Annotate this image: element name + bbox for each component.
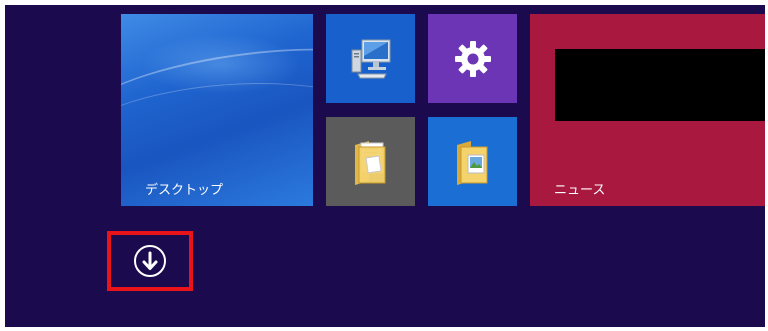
tile-explorer[interactable] xyxy=(326,117,415,206)
all-apps-highlight xyxy=(107,231,193,291)
tile-pc[interactable] xyxy=(326,14,415,103)
gear-icon xyxy=(454,40,491,77)
start-screen: デスクトップ ニュース xyxy=(5,5,765,327)
arrow-down-circle-icon[interactable] xyxy=(133,244,167,278)
tile-news[interactable]: ニュース xyxy=(530,14,765,206)
tile-settings[interactable] xyxy=(428,14,517,103)
tile-desktop-label: デスクトップ xyxy=(145,183,224,198)
tile-photos[interactable] xyxy=(428,117,517,206)
tile-news-label: ニュース xyxy=(554,183,606,198)
folder-picture-icon xyxy=(456,140,487,185)
folder-document-icon xyxy=(354,140,385,185)
computer-monitor-icon xyxy=(351,39,390,78)
news-live-content xyxy=(555,49,765,121)
tile-desktop[interactable]: デスクトップ xyxy=(121,14,313,206)
